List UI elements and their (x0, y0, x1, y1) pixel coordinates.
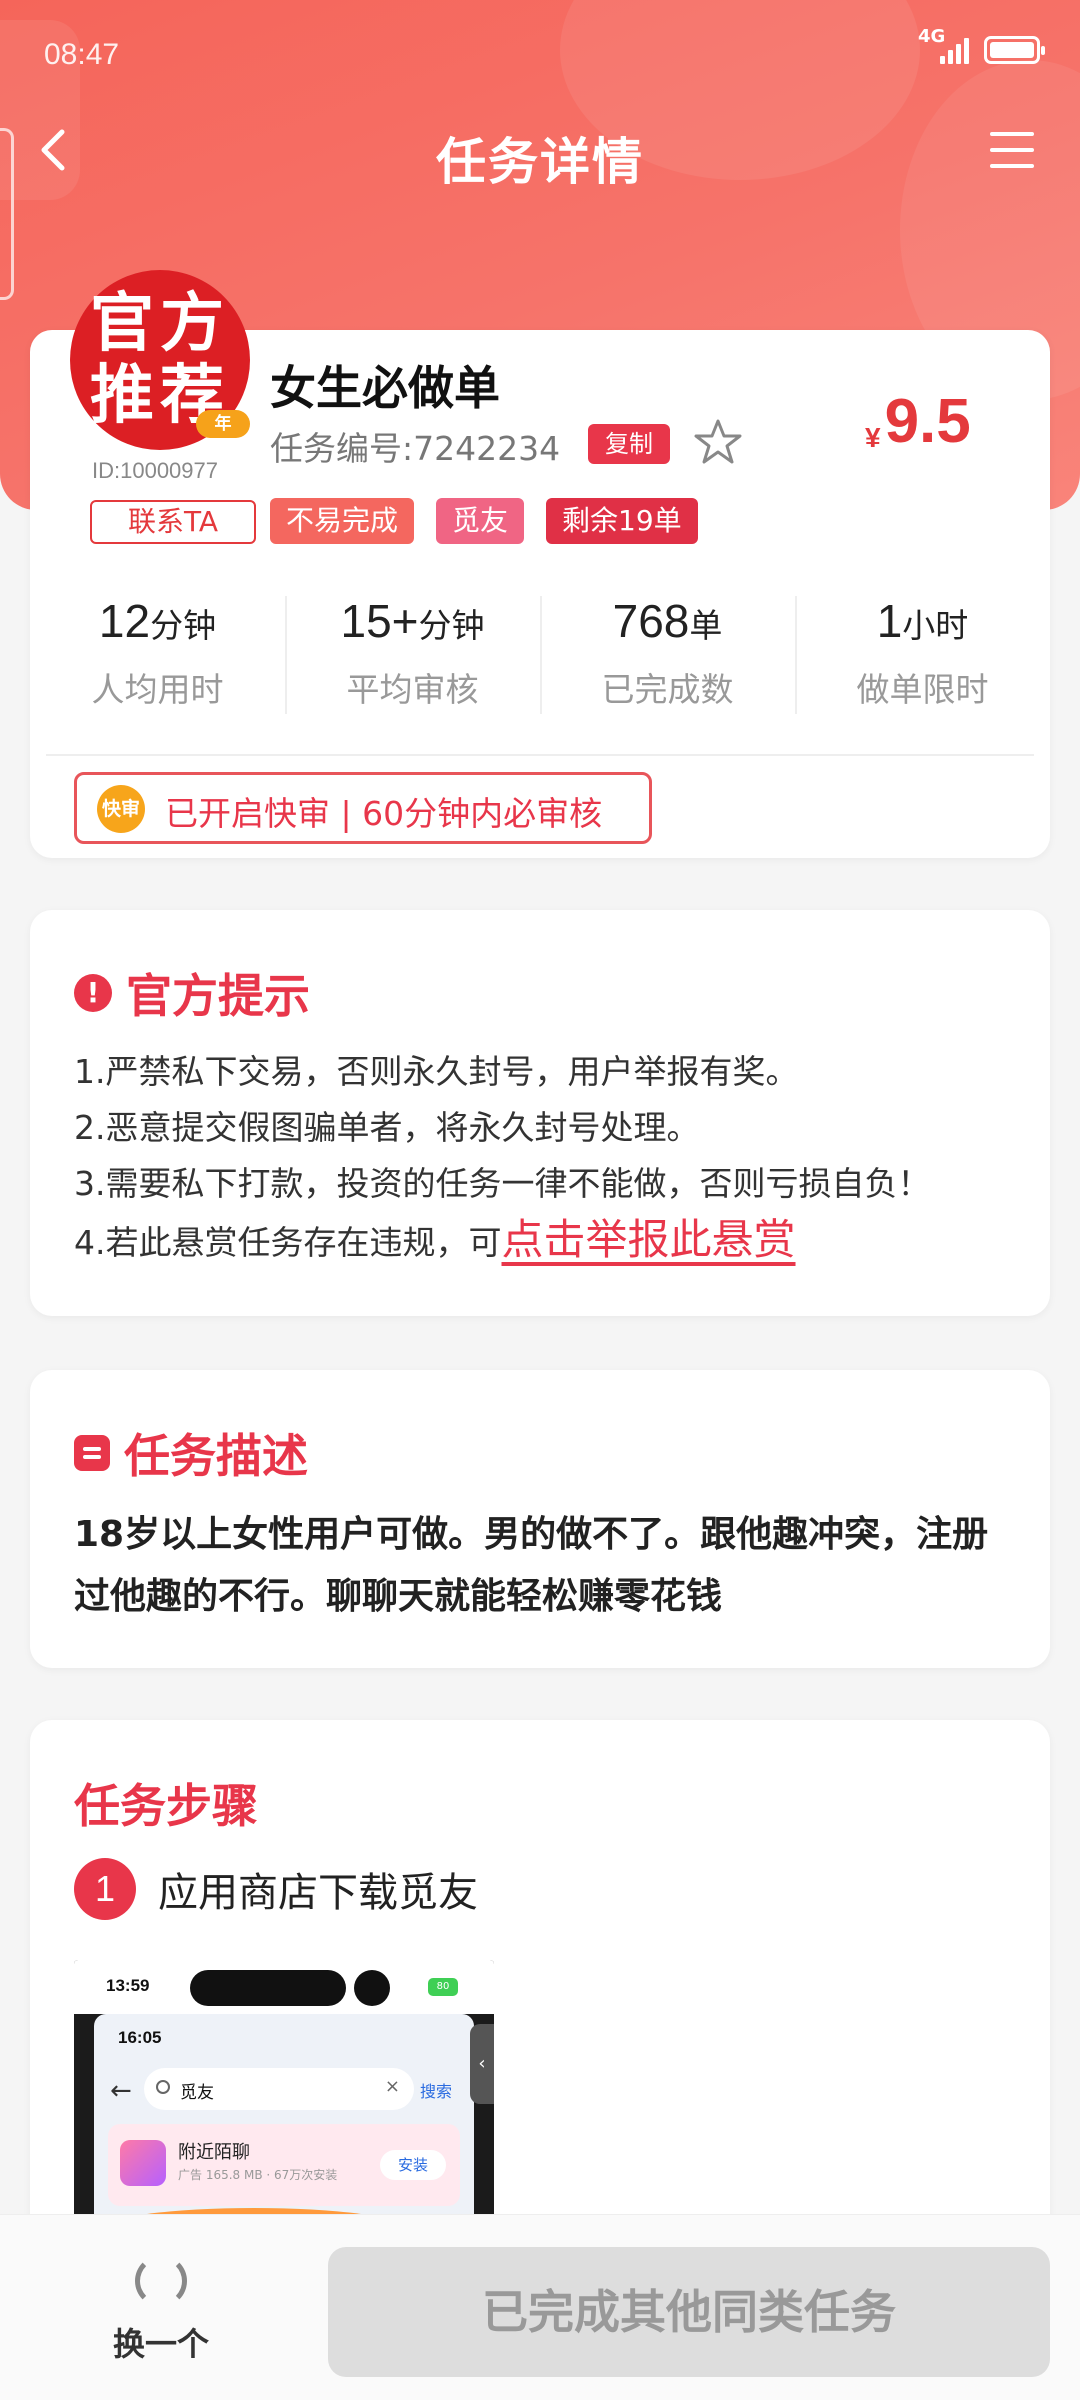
tag-remaining: 剩余19单 (546, 498, 698, 544)
step-number: 1 (74, 1858, 136, 1920)
step-item: 1 应用商店下载觅友 (74, 1858, 478, 1920)
reward-price: ¥9.5 (865, 386, 971, 457)
battery-icon (984, 36, 1045, 64)
publisher-id: ID:10000977 (92, 458, 218, 483)
stat-time-limit: 1小时 做单限时 (795, 590, 1050, 720)
screenshot-search-button: 搜索 (420, 2082, 453, 2101)
tips-header: ! 官方提示 (74, 960, 310, 1026)
status-time: 08:47 (44, 38, 120, 71)
price-value: 9.5 (884, 387, 971, 456)
swap-label: 换一个 (112, 2325, 209, 2363)
swap-task-button[interactable]: 换一个 (96, 2255, 226, 2365)
tag-app: 觅友 (436, 498, 525, 544)
bottom-action-bar: 换一个 已完成其他同类任务 (0, 2214, 1080, 2400)
currency-symbol: ¥ (865, 421, 881, 453)
tip-line: 3.需要私下打款，投资的任务一律不能做，否则亏损自负！ (74, 1164, 931, 1203)
divider (46, 754, 1034, 756)
signal-icon (940, 36, 970, 64)
task-name: 女生必做单 (270, 361, 500, 415)
description-text: 18岁以上女性用户可做。男的做不了。跟他趣冲突，注册过他趣的不行。聊聊天就能轻松… (74, 1514, 989, 1617)
task-number: 任务编号:7242234 (270, 429, 561, 468)
task-tags: 不易完成 觅友 剩余19单 (270, 498, 698, 544)
page-title: 任务详情 (436, 133, 644, 191)
screenshot-back-icon: ← (110, 2076, 132, 2106)
menu-icon[interactable] (984, 128, 1044, 174)
tip-line: 2.恶意提交假图骗单者，将永久封号处理。 (74, 1108, 700, 1147)
warning-icon: ! (74, 974, 112, 1012)
task-stats: 12分钟 人均用时 15+分钟 平均审核 768单 已完成数 1小时 做单限时 (30, 590, 1050, 720)
screenshot-side-handle: ‹ (470, 2024, 494, 2104)
tips-list: 1.严禁私下交易，否则永久封号，用户举报有奖。 2.恶意提交假图骗单者，将永久封… (74, 1044, 1020, 1271)
report-link[interactable]: 点击举报此悬赏 (502, 1215, 796, 1264)
screenshot-inner-time: 16:05 (118, 2028, 162, 2047)
completed-similar-button[interactable]: 已完成其他同类任务 (328, 2247, 1050, 2377)
step-screenshot[interactable]: 13:59 80 16:05 ← 觅友 × 搜索 附近陌聊 广告 165.8 M… (74, 1960, 494, 2220)
tip-line: 4.若此悬赏任务存在违规，可点击举报此悬赏 (74, 1215, 796, 1264)
description-header: 任务描述 (74, 1420, 308, 1486)
tag-difficulty: 不易完成 (270, 498, 415, 544)
tip-line: 1.严禁私下交易，否则永久封号，用户举报有奖。 (74, 1052, 799, 1091)
tips-title: 官方提示 (126, 969, 310, 1023)
stat-avg-time: 12分钟 人均用时 (91, 595, 224, 709)
screenshot-app-icon (120, 2140, 166, 2186)
screenshot-status-time: 13:59 (106, 1976, 150, 1995)
refresh-icon (135, 2255, 187, 2307)
screenshot-search-box: 觅友 × (144, 2068, 414, 2110)
fast-review-notice: 快审 已开启快审 | 60分钟内必审核 (74, 772, 652, 844)
task-description-card: 任务描述 18岁以上女性用户可做。男的做不了。跟他趣冲突，注册过他趣的不行。聊聊… (30, 1370, 1050, 1668)
description-title: 任务描述 (124, 1429, 308, 1483)
nav-bar: 任务详情 (0, 100, 1080, 200)
stat-avg-review: 15+分钟 平均审核 (285, 590, 540, 720)
favorite-star-icon[interactable] (692, 416, 744, 468)
document-icon (74, 1435, 110, 1471)
copy-button[interactable]: 复制 (588, 424, 670, 464)
stat-completed: 768单 已完成数 (540, 590, 795, 720)
screenshot-battery: 80 (428, 1978, 458, 1996)
fast-review-icon: 快审 (97, 785, 145, 833)
contact-button[interactable]: 联系TA (90, 500, 256, 544)
status-bar: 08:47 4G (0, 0, 1080, 100)
screenshot-app-result: 附近陌聊 广告 165.8 MB · 67万次安装 安装 (108, 2124, 460, 2206)
fast-review-text: 已开启快审 | 60分钟内必审核 (165, 794, 603, 833)
steps-title: 任务步骤 (74, 1779, 258, 1833)
step-text: 应用商店下载觅友 (158, 1870, 478, 1916)
official-tips-card: ! 官方提示 1.严禁私下交易，否则永久封号，用户举报有奖。 2.恶意提交假图骗… (30, 910, 1050, 1316)
screenshot-search-icon (156, 2080, 170, 2094)
annual-card-crown-icon: 年卡 (192, 398, 250, 462)
